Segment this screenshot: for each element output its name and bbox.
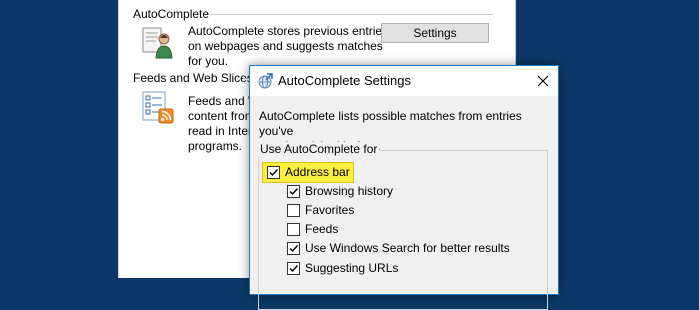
internet-options-icon	[256, 72, 274, 90]
suggesting-urls-checkbox[interactable]	[287, 261, 300, 275]
option-windows-search[interactable]: Use Windows Search for better results	[287, 240, 510, 256]
group-label: Use AutoComplete for	[258, 142, 380, 156]
autocomplete-person-icon	[141, 26, 175, 60]
favorites-label: Favorites	[305, 203, 355, 217]
checkmark-icon	[289, 244, 299, 252]
address-bar-checkbox[interactable]	[267, 165, 280, 179]
autocomplete-separator	[211, 14, 493, 15]
autocomplete-desc-line-2: on webpages and suggests matches	[188, 39, 383, 53]
option-favorites[interactable]: Favorites	[287, 202, 354, 218]
dialog-desc-line-1: AutoComplete lists possible matches from…	[259, 109, 522, 138]
browsing-history-checkbox[interactable]	[287, 184, 300, 198]
windows-search-checkbox[interactable]	[287, 241, 300, 255]
checkmark-icon	[289, 264, 299, 272]
feeds-checkbox[interactable]	[287, 222, 300, 236]
option-feeds[interactable]: Feeds	[287, 221, 338, 237]
checkmark-icon	[269, 168, 279, 176]
close-button[interactable]	[528, 66, 558, 96]
feeds-label: Feeds	[305, 222, 339, 236]
dialog-title: AutoComplete Settings	[278, 73, 411, 88]
windows-search-label: Use Windows Search for better results	[305, 241, 510, 255]
option-suggesting-urls[interactable]: Suggesting URLs	[287, 260, 398, 276]
close-icon	[537, 75, 549, 87]
option-browsing-history[interactable]: Browsing history	[287, 183, 393, 199]
dialog-titlebar[interactable]: AutoComplete Settings	[250, 66, 558, 96]
checkmark-icon	[289, 187, 299, 195]
autocomplete-settings-button[interactable]: Settings	[381, 23, 489, 43]
autocomplete-section-title: AutoComplete	[133, 7, 210, 21]
autocomplete-desc-line-1: AutoComplete stores previous entries	[188, 24, 389, 38]
feeds-checklist-icon	[141, 91, 175, 125]
browsing-history-label: Browsing history	[305, 184, 394, 198]
autocomplete-description: AutoComplete stores previous entries on …	[188, 24, 388, 69]
suggesting-urls-label: Suggesting URLs	[305, 261, 399, 275]
feeds-section-title: Feeds and Web Slices	[133, 71, 253, 85]
autocomplete-settings-dialog: AutoComplete Settings AutoComplete lists…	[249, 65, 559, 310]
favorites-checkbox[interactable]	[287, 203, 300, 217]
address-bar-label: Address bar	[285, 165, 350, 179]
option-address-bar[interactable]: Address bar	[267, 164, 350, 180]
